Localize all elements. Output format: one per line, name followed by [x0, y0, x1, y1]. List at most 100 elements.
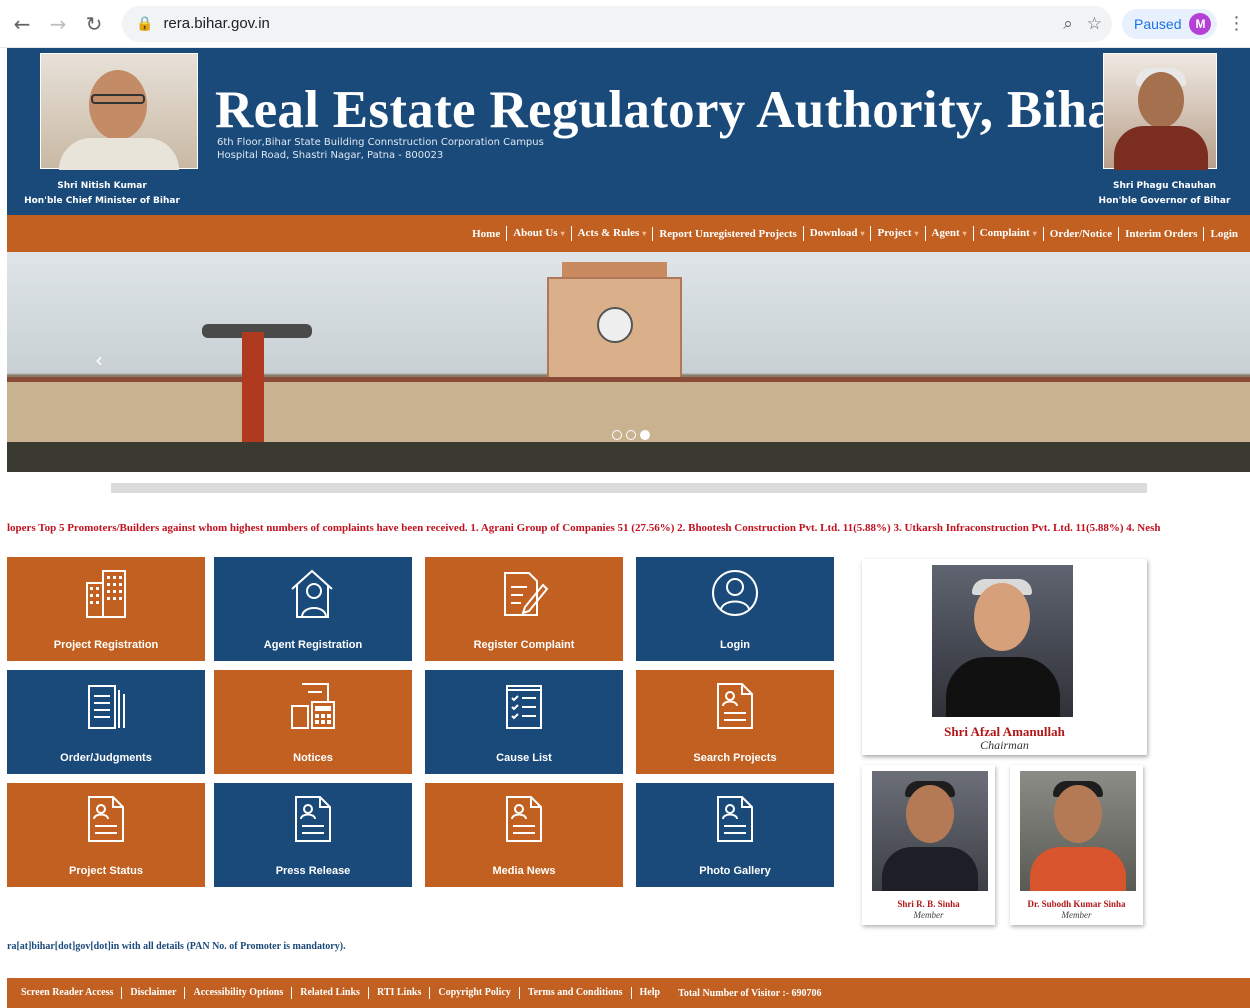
profile-status-label: Paused	[1134, 15, 1182, 32]
tile-notices[interactable]: Notices	[214, 670, 412, 774]
governor-photo	[1103, 53, 1217, 170]
nav-item-order-notice[interactable]: Order/Notice	[1042, 226, 1118, 241]
tile-label: Order/Judgments	[60, 752, 152, 764]
chevron-down-icon: ▾	[642, 229, 647, 238]
profile-paused-button[interactable]: Paused M	[1122, 8, 1218, 39]
site-title: Real Estate Regulatory Authority, Bihar	[215, 81, 1138, 139]
clock-tower-clock	[597, 307, 633, 343]
nav-item-label: Agent	[931, 227, 960, 239]
tile-label: Photo Gallery	[699, 865, 771, 877]
member-photo	[1020, 771, 1136, 891]
slider-prev-arrow-icon[interactable]: ‹	[95, 348, 103, 372]
nav-item-label: Interim Orders	[1125, 227, 1198, 240]
profile-document-icon	[81, 793, 131, 845]
nav-item-label: Download	[809, 227, 858, 239]
chevron-down-icon: ▾	[860, 229, 865, 238]
nav-item-home[interactable]: Home	[466, 227, 506, 241]
tile-label: Notices	[293, 752, 333, 764]
visitor-counter: Total Number of Visitor :- 690706	[678, 987, 822, 999]
governor-caption: Shri Phagu Chauhan Hon'ble Governor of B…	[1082, 179, 1247, 209]
avatar: M	[1189, 12, 1212, 35]
footer-link-disclaimer[interactable]: Disclaimer	[121, 987, 184, 999]
footer-link-help[interactable]: Help	[630, 987, 669, 999]
profile-document-icon	[710, 793, 760, 845]
tile-order-judgments[interactable]: Order/Judgments	[7, 670, 205, 774]
footer-link-terms-and-conditions[interactable]: Terms and Conditions	[518, 987, 631, 999]
member-card: Shri R. B. Sinha Member	[862, 765, 995, 925]
lock-icon[interactable]: 🔒	[136, 16, 153, 32]
nav-item-report-unregistered-projects[interactable]: Report Unregistered Projects	[652, 226, 802, 241]
image-slider: ‹	[7, 252, 1250, 472]
footer-link-accessibility-options[interactable]: Accessibility Options	[184, 987, 291, 999]
chief-minister-name: Shri Nitish Kumar	[57, 181, 147, 191]
chevron-down-icon: ▾	[914, 229, 919, 238]
nav-item-interim-orders[interactable]: Interim Orders	[1118, 226, 1203, 241]
chairman-card: Shri Afzal Amanullah Chairman	[862, 559, 1147, 755]
member-name: Shri R. B. Sinha	[897, 899, 960, 909]
nav-item-label: Order/Notice	[1049, 227, 1113, 240]
tile-label: Project Status	[69, 865, 143, 877]
footer-link-rti-links[interactable]: RTI Links	[367, 987, 429, 999]
checklist-icon	[499, 680, 549, 732]
nav-item-about-us[interactable]: About Us ▾	[506, 226, 570, 241]
tile-project-registration[interactable]: Project Registration	[7, 557, 205, 661]
chairman-photo	[932, 565, 1073, 717]
site-address: 6th Floor,Bihar State Building Connstruc…	[217, 136, 544, 162]
back-arrow-icon[interactable]: ←	[8, 10, 36, 38]
tile-label: Project Registration	[53, 639, 159, 651]
nav-item-label: Login	[1210, 227, 1238, 240]
nav-item-label: Report Unregistered Projects	[659, 227, 797, 240]
profile-document-icon	[710, 680, 760, 732]
tile-label: Login	[720, 639, 750, 651]
main-nav: Home About Us ▾ Acts & Rules ▾ Report Unregis…	[7, 215, 1250, 252]
nav-item-acts-rules[interactable]: Acts & Rules ▾	[570, 226, 653, 241]
nav-item-project[interactable]: Project ▾	[870, 226, 924, 241]
star-icon[interactable]: ☆	[1087, 14, 1102, 34]
footer-link-copyright-policy[interactable]: Copyright Policy	[429, 987, 519, 999]
tile-agent-registration[interactable]: Agent Registration	[214, 557, 412, 661]
tile-label: Register Complaint	[473, 639, 575, 651]
browser-toolbar: ← → ↻ 🔒 rera.bihar.gov.in ⌕ ☆ Paused M ⋮	[0, 0, 1250, 48]
slider-dot[interactable]	[626, 430, 636, 440]
complaint-email-notice: ra[at]bihar[dot]gov[dot]in with all deta…	[7, 941, 346, 952]
tile-media-news[interactable]: Media News	[425, 783, 623, 887]
address-line-1: 6th Floor,Bihar State Building Connstruc…	[217, 137, 544, 148]
member-role: Member	[1061, 910, 1092, 920]
footer-link-screen-reader-access[interactable]: Screen Reader Access	[21, 987, 121, 999]
nav-item-agent[interactable]: Agent ▾	[924, 226, 973, 241]
profile-document-icon	[288, 793, 338, 845]
nav-item-download[interactable]: Download ▾	[802, 226, 871, 241]
news-marquee[interactable]: lopers Top 5 Promoters/Builders against …	[7, 522, 1250, 534]
zoom-icon[interactable]: ⌕	[1063, 14, 1073, 34]
tile-register-complaint[interactable]: Register Complaint	[425, 557, 623, 661]
tile-label: Agent Registration	[263, 639, 363, 651]
tile-login[interactable]: Login	[636, 557, 834, 661]
address-bar[interactable]: 🔒 rera.bihar.gov.in ⌕ ☆	[122, 5, 1112, 42]
member-name: Dr. Subodh Kumar Sinha	[1027, 899, 1126, 909]
slider-dot[interactable]	[640, 430, 650, 440]
agent-house-icon	[288, 567, 338, 619]
slider-dot[interactable]	[612, 430, 622, 440]
forward-arrow-icon[interactable]: →	[44, 10, 72, 38]
chairman-role: Chairman	[980, 738, 1029, 752]
tile-search-projects[interactable]: Search Projects	[636, 670, 834, 774]
url-text[interactable]: rera.bihar.gov.in	[163, 15, 269, 32]
nav-item-label: About Us	[513, 227, 558, 239]
tile-label: Press Release	[275, 865, 351, 877]
tile-press-release[interactable]: Press Release	[214, 783, 412, 887]
chief-minister-caption: Shri Nitish Kumar Hon'ble Chief Minister…	[7, 179, 197, 209]
chevron-down-icon: ▾	[560, 229, 565, 238]
nav-item-complaint[interactable]: Complaint ▾	[972, 226, 1043, 241]
governor-role: Hon'ble Governor of Bihar	[1098, 196, 1231, 206]
footer-link-related-links[interactable]: Related Links	[291, 987, 368, 999]
member-photo	[872, 771, 988, 891]
tile-project-status[interactable]: Project Status	[7, 783, 205, 887]
tile-photo-gallery[interactable]: Photo Gallery	[636, 783, 834, 887]
reload-icon[interactable]: ↻	[80, 10, 108, 38]
site-footer: Screen Reader Access Disclaimer Accessibil…	[7, 978, 1250, 1008]
chief-minister-photo	[40, 53, 198, 170]
menu-kebab-icon[interactable]: ⋮	[1227, 13, 1245, 34]
nav-item-login[interactable]: Login	[1203, 226, 1244, 241]
site-header: Shri Nitish Kumar Hon'ble Chief Minister…	[7, 48, 1250, 215]
tile-cause-list[interactable]: Cause List	[425, 670, 623, 774]
